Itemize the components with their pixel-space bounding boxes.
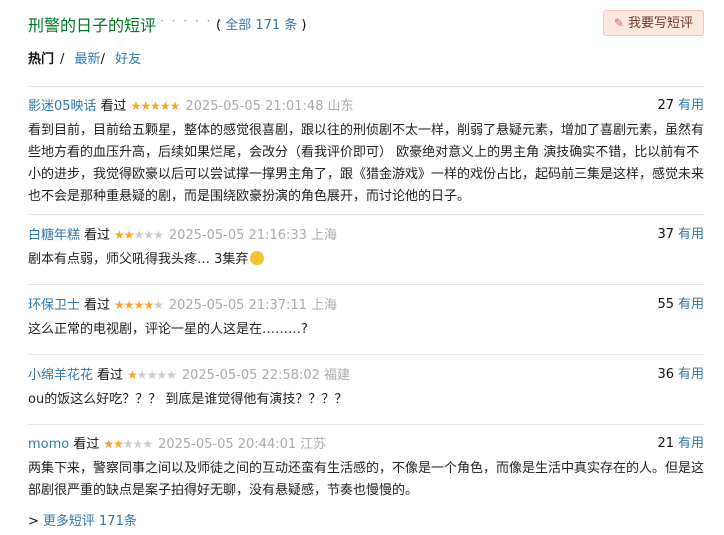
rating-stars: ★★★★★ (130, 99, 181, 113)
comment-location: 上海 (310, 298, 337, 313)
clap-emoji-icon (250, 251, 265, 265)
comment-location: 江苏 (300, 437, 327, 452)
star-filled-icon: ★ (143, 298, 154, 312)
useful-button[interactable]: 有用 (678, 227, 704, 242)
comment-time: 2025-05-05 21:16:33 (168, 228, 307, 243)
divider (28, 284, 704, 285)
star-empty-icon: ★ (136, 368, 148, 382)
comment-time: 2025-05-05 21:01:48 (185, 99, 324, 114)
useful-button[interactable]: 有用 (678, 436, 704, 451)
star-filled-icon: ★ (140, 99, 151, 113)
pencil-icon: ✎ (613, 16, 624, 30)
comment-item: momo 看过 ★★★★★ 2025-05-05 20:44:01 江苏 21 有用 两集… (28, 435, 704, 502)
comment-text: ou的饭这么好吃？？？ 到底是谁觉得他有演技？？？？ (28, 392, 348, 407)
comment-user[interactable]: 影迷05映话 (28, 99, 97, 114)
comment-time: 2025-05-05 20:44:01 (158, 437, 297, 452)
comment-meta: 小绵羊花花 看过 ★★★★★ 2025-05-05 22:58:02 福建 36 有用 (28, 366, 704, 384)
all-comments-link[interactable]: 全部 171 条 (225, 18, 297, 33)
comment-location: 山东 (327, 99, 354, 114)
watch-status: 看过 (100, 99, 127, 114)
divider (28, 424, 704, 425)
comment-user[interactable]: 白糖年糕 (28, 228, 80, 243)
tab-friends[interactable]: 好友 (115, 52, 141, 67)
more-comments-link[interactable]: > 更多短评 171条 (28, 510, 137, 529)
comment-meta: 环保卫士 看过 ★★★★★ 2025-05-05 21:37:11 上海 55 有用 (28, 296, 704, 314)
star-filled-icon: ★ (169, 99, 181, 113)
total-count: ( 全部 171 条 ) (216, 18, 307, 33)
star-empty-icon: ★ (153, 298, 164, 312)
useful-button[interactable]: 有用 (678, 98, 704, 113)
comment-text: 看到目前，目前给五颗星，整体的感觉很喜剧，跟以往的刑侦剧不太一样，削弱了悬疑元素… (28, 123, 705, 204)
comment-meta: 白糖年糕 看过 ★★★★★ 2025-05-05 21:16:33 上海 37 有用 (28, 226, 704, 244)
star-empty-icon: ★ (132, 437, 144, 451)
comment-item: 小绵羊花花 看过 ★★★★★ 2025-05-05 22:58:02 福建 36 有用 o… (28, 366, 704, 411)
star-empty-icon: ★ (153, 228, 164, 242)
watch-status: 看过 (97, 368, 124, 383)
star-empty-icon: ★ (133, 228, 145, 242)
rating-stars: ★★★★★ (103, 437, 153, 451)
tab-latest[interactable]: 最新 (75, 52, 101, 67)
rating-stars: ★★★★★ (114, 228, 164, 242)
watch-status: 看过 (73, 437, 100, 452)
comment-user[interactable]: 环保卫士 (28, 298, 80, 313)
useful-button[interactable]: 有用 (678, 297, 704, 312)
comment-meta: 影迷05映话 看过 ★★★★★ 2025-05-05 21:01:48 山东 27 有用 (28, 97, 704, 115)
vote-area: 37 有用 (657, 226, 704, 244)
write-comment-button[interactable]: ✎ 我要写短评 (602, 10, 704, 36)
vote-count: 21 (657, 436, 674, 451)
tab-hot[interactable]: 热门 (28, 52, 54, 67)
star-filled-icon: ★ (114, 298, 125, 312)
comment-item: 环保卫士 看过 ★★★★★ 2025-05-05 21:37:11 上海 55 有用 这么… (28, 296, 704, 341)
title-dots: · · · · · · (160, 14, 224, 28)
comment-time: 2025-05-05 22:58:02 (181, 368, 320, 383)
sort-tabs: 热门 / 最新/ 好友 (28, 52, 142, 67)
comment-user[interactable]: 小绵羊花花 (28, 368, 93, 383)
star-filled-icon: ★ (130, 99, 142, 113)
vote-area: 27 有用 (657, 97, 704, 115)
comment-user[interactable]: momo (28, 437, 69, 452)
comment-location: 上海 (310, 228, 337, 243)
star-filled-icon: ★ (123, 228, 135, 242)
vote-area: 21 有用 (657, 435, 704, 453)
comment-meta: momo 看过 ★★★★★ 2025-05-05 20:44:01 江苏 21 有用 (28, 435, 704, 453)
star-filled-icon: ★ (127, 368, 138, 382)
divider (28, 214, 704, 215)
watch-status: 看过 (84, 228, 111, 243)
section-title: 刑警的日子的短评 (28, 16, 157, 35)
watch-status: 看过 (84, 298, 111, 313)
comment-time: 2025-05-05 21:37:11 (168, 298, 307, 313)
star-empty-icon: ★ (156, 368, 167, 382)
star-empty-icon: ★ (166, 368, 177, 382)
rating-stars: ★★★★★ (114, 298, 164, 312)
star-empty-icon: ★ (146, 368, 158, 382)
vote-area: 55 有用 (657, 296, 704, 314)
divider (28, 86, 704, 87)
comment-text: 两集下来，警察同事之间以及师徒之间的互动还蛮有生活感的，不像是一个角色，而像是生… (28, 461, 705, 498)
star-empty-icon: ★ (143, 228, 154, 242)
star-filled-icon: ★ (103, 437, 114, 451)
comment-text: 这么正常的电视剧，评论一星的人这是在………? (28, 322, 308, 337)
comment-text: 剧本有点弱，师父吼得我头疼… 3集弃 (28, 249, 704, 271)
star-filled-icon: ★ (114, 228, 125, 242)
star-filled-icon: ★ (123, 298, 135, 312)
vote-count: 36 (657, 367, 674, 382)
section-header: 刑警的日子的短评 · · · · · · ( 全部 171 条 ) ✎ 我要写短评 (28, 10, 704, 36)
star-filled-icon: ★ (159, 99, 171, 113)
useful-button[interactable]: 有用 (678, 367, 704, 382)
vote-area: 36 有用 (657, 366, 704, 384)
star-empty-icon: ★ (122, 437, 134, 451)
star-filled-icon: ★ (150, 99, 161, 113)
vote-count: 55 (657, 297, 674, 312)
chevron-right-icon: > (28, 514, 39, 529)
star-filled-icon: ★ (133, 298, 145, 312)
divider (28, 354, 704, 355)
rating-stars: ★★★★★ (127, 368, 177, 382)
comment-location: 福建 (323, 368, 350, 383)
vote-count: 27 (657, 98, 674, 113)
comment-item: 白糖年糕 看过 ★★★★★ 2025-05-05 21:16:33 上海 37 有用 剧本… (28, 226, 704, 271)
star-empty-icon: ★ (142, 437, 153, 451)
vote-count: 37 (657, 227, 674, 242)
comment-item: 影迷05映话 看过 ★★★★★ 2025-05-05 21:01:48 山东 27 有用 … (28, 97, 704, 208)
star-filled-icon: ★ (113, 437, 124, 451)
